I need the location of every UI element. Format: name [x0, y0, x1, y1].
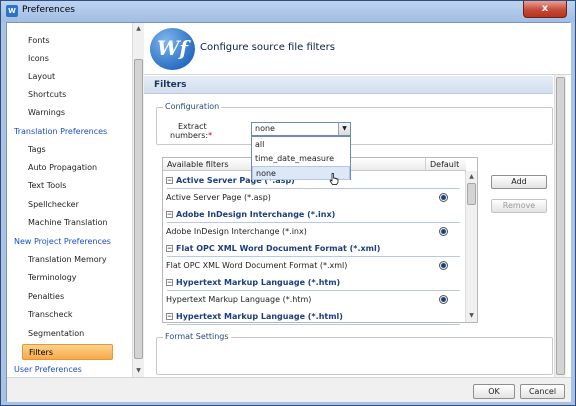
main-scroll-thumb[interactable]: [556, 77, 565, 375]
extract-numbers-label-line2: numbers:: [170, 131, 209, 140]
main-panel: Wf Configure source file filters Filters…: [144, 23, 571, 377]
sidebar-item-user-preferences[interactable]: User Preferences: [7, 362, 133, 378]
extract-numbers-label-line1: Extract: [178, 122, 207, 131]
main-scrollbar[interactable]: [554, 75, 566, 377]
sidebar-item-translation-preferences[interactable]: Translation Preferences: [7, 124, 133, 140]
filter-row[interactable]: Flat OPC XML Word Document Format (*.xml…: [163, 258, 464, 274]
sidebar-item-warnings[interactable]: Warnings: [7, 105, 133, 121]
sidebar-item-machine-translation[interactable]: Machine Translation: [7, 215, 133, 231]
collapse-toggle-icon[interactable]: −: [166, 245, 173, 252]
sidebar-item-spellchecker[interactable]: Spellchecker: [7, 197, 133, 213]
sidebar-item-translation-memory[interactable]: Translation Memory: [7, 252, 133, 268]
default-radio[interactable]: [439, 295, 448, 304]
collapse-toggle-icon[interactable]: −: [166, 211, 173, 218]
filter-group-name: Hypertext Markup Language (*.htm): [176, 278, 341, 287]
section-title: Filters: [144, 76, 553, 94]
extract-numbers-select[interactable]: none ▼: [251, 122, 351, 136]
sidebar-item-icons[interactable]: Icons: [7, 51, 133, 67]
filter-group-name: Adobe InDesign Interchange (*.inx): [176, 210, 336, 219]
sidebar-item-transcheck[interactable]: Transcheck: [7, 307, 133, 323]
configuration-legend: Configuration: [163, 102, 222, 111]
app-icon: W: [6, 5, 18, 17]
window-title: Preferences: [22, 5, 75, 15]
filter-group-row[interactable]: − Hypertext Markup Language (*.htm): [163, 275, 464, 291]
chevron-down-icon[interactable]: ▼: [338, 123, 350, 135]
cancel-button[interactable]: Cancel: [520, 384, 565, 399]
option-all[interactable]: all: [252, 138, 350, 152]
default-radio[interactable]: [439, 193, 448, 202]
group-divider: [167, 324, 460, 325]
sidebar-item-auto-propagation[interactable]: Auto Propagation: [7, 160, 133, 176]
panel-header: Wf Configure source file filters: [144, 23, 571, 75]
sidebar-item-text-tools[interactable]: Text Tools: [7, 178, 133, 194]
collapse-toggle-icon[interactable]: −: [166, 313, 173, 320]
group-divider: [167, 222, 460, 223]
header-title: Configure source file filters: [200, 42, 335, 53]
collapse-toggle-icon[interactable]: −: [166, 279, 173, 286]
sidebar-scrollbar[interactable]: ▲ ▼: [132, 23, 144, 377]
filter-row[interactable]: Hypertext Markup Language (*.htm): [163, 292, 464, 308]
sidebar-item-filters[interactable]: Filters: [22, 344, 113, 360]
remove-button[interactable]: Remove: [491, 199, 547, 213]
format-settings-legend: Format Settings: [163, 332, 231, 341]
group-divider: [167, 290, 460, 291]
filters-scroll-thumb[interactable]: [467, 183, 476, 205]
sidebar-item-segmentation[interactable]: Segmentation: [7, 326, 133, 342]
filter-group-name: Hypertext Markup Language (*.html): [176, 312, 343, 321]
arrow-up-icon[interactable]: ▲: [466, 171, 477, 183]
wordfast-logo-icon: Wf: [150, 28, 195, 70]
group-divider: [167, 256, 460, 257]
sidebar-item-fonts[interactable]: Fonts: [7, 33, 133, 49]
extract-numbers-value: none: [255, 124, 275, 133]
filter-row[interactable]: Active Server Page (*.asp): [163, 190, 464, 206]
sidebar-item-new-project-preferences[interactable]: New Project Preferences: [7, 234, 133, 250]
arrow-down-icon[interactable]: ▼: [466, 310, 477, 322]
extract-numbers-label: numbers:*: [170, 131, 212, 140]
client-area: Fonts Icons Layout Shortcuts Warnings Transla…: [6, 22, 571, 402]
arrow-down-icon[interactable]: ▼: [133, 365, 144, 377]
collapse-toggle-icon[interactable]: −: [166, 177, 173, 184]
sidebar-scroll-thumb[interactable]: [134, 59, 143, 359]
format-settings-groupbox: Format Settings: [156, 332, 553, 375]
filter-group-row[interactable]: − Adobe InDesign Interchange (*.inx): [163, 207, 464, 223]
group-divider: [167, 188, 460, 189]
default-radio[interactable]: [439, 261, 448, 270]
option-time-date-measure[interactable]: time_date_measure: [252, 152, 350, 166]
filter-group-row[interactable]: − Flat OPC XML Word Document Format (*.xm…: [163, 241, 464, 257]
add-button[interactable]: Add: [491, 175, 547, 189]
hand-pointer-icon: [329, 173, 339, 185]
preferences-window: W Preferences x Fonts Icons Layout Shortcut…: [0, 0, 576, 406]
sidebar-item-penalties[interactable]: Penalties: [7, 289, 133, 305]
filter-group-row[interactable]: − Hypertext Markup Language (*.html): [163, 309, 464, 325]
close-icon[interactable]: x: [523, 1, 567, 18]
sidebar-item-terminology[interactable]: Terminology: [7, 270, 133, 286]
title-bar[interactable]: W Preferences x: [1, 1, 575, 22]
arrow-up-icon[interactable]: ▲: [133, 23, 144, 35]
filter-row[interactable]: Adobe InDesign Interchange (*.inx): [163, 224, 464, 240]
filters-scrollbar[interactable]: ▲ ▼: [465, 171, 477, 322]
header-spacer: [461, 158, 466, 171]
sidebar-item-shortcuts[interactable]: Shortcuts: [7, 87, 133, 103]
ok-button[interactable]: OK: [473, 384, 515, 399]
preferences-sidebar: Fonts Icons Layout Shortcuts Warnings Transla…: [7, 23, 144, 377]
filter-group-name: Flat OPC XML Word Document Format (*.xml…: [176, 244, 381, 253]
sidebar-item-layout[interactable]: Layout: [7, 69, 133, 85]
sidebar-item-tags[interactable]: Tags: [7, 142, 133, 158]
default-radio[interactable]: [439, 227, 448, 236]
filters-table: Available filters Default ▲ ▼ − Active Se…: [162, 157, 478, 325]
col-default[interactable]: Default: [425, 158, 461, 171]
dialog-footer: OK Cancel: [7, 377, 571, 402]
required-mark: *: [208, 131, 213, 140]
configuration-groupbox: Configuration: [156, 102, 553, 145]
